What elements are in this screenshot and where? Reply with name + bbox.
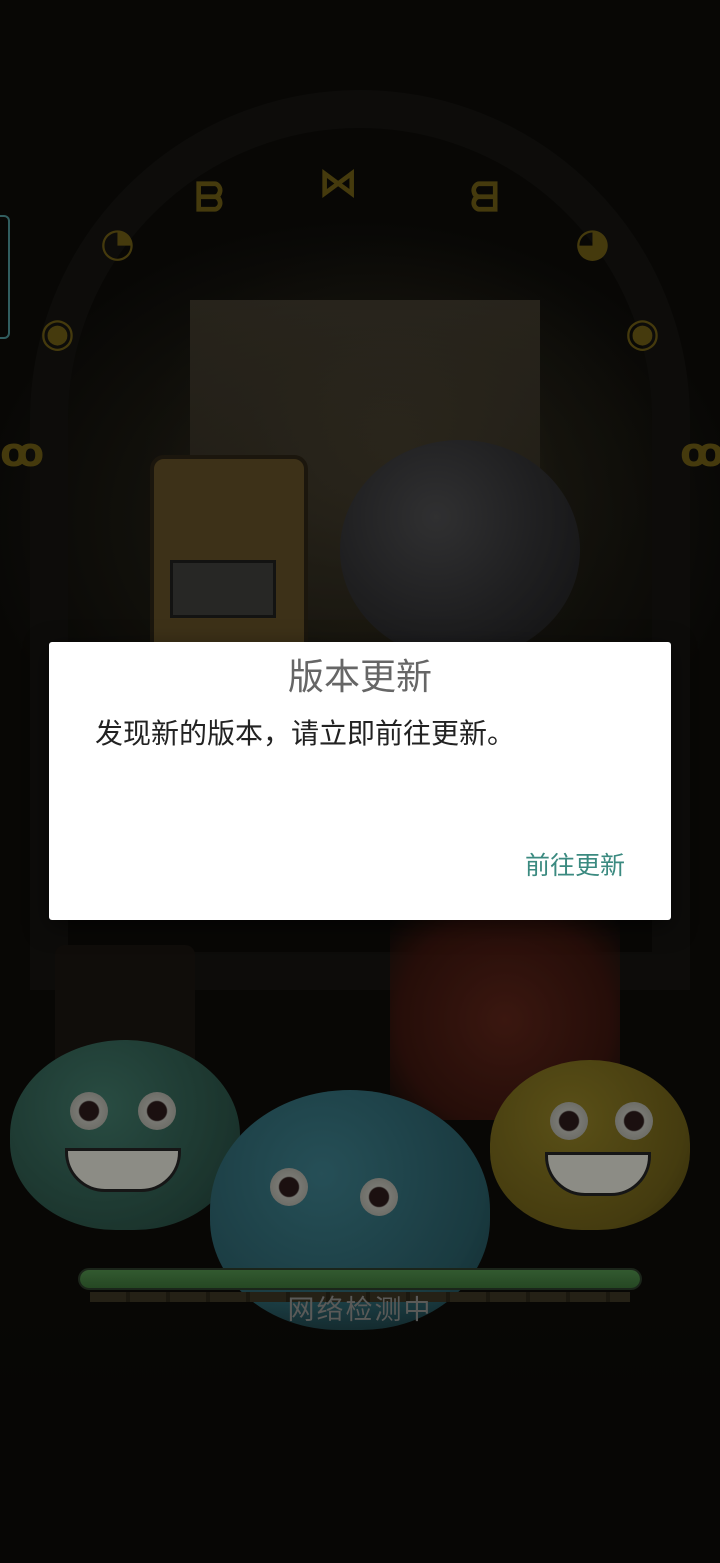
go-update-button[interactable]: 前往更新 [519, 842, 631, 886]
update-dialog: 版本更新 发现新的版本，请立即前往更新。 前往更新 [49, 642, 671, 920]
game-screen: ⋈ ᗷ ᗺ ◔ ◕ ◉ ◉ ꝏ ꝏ 网络检测中 版本更新 发现新的版本，请立即前… [0, 0, 720, 1563]
dialog-message: 发现新的版本，请立即前往更新。 [95, 717, 516, 750]
dialog-title: 版本更新 [287, 657, 432, 698]
